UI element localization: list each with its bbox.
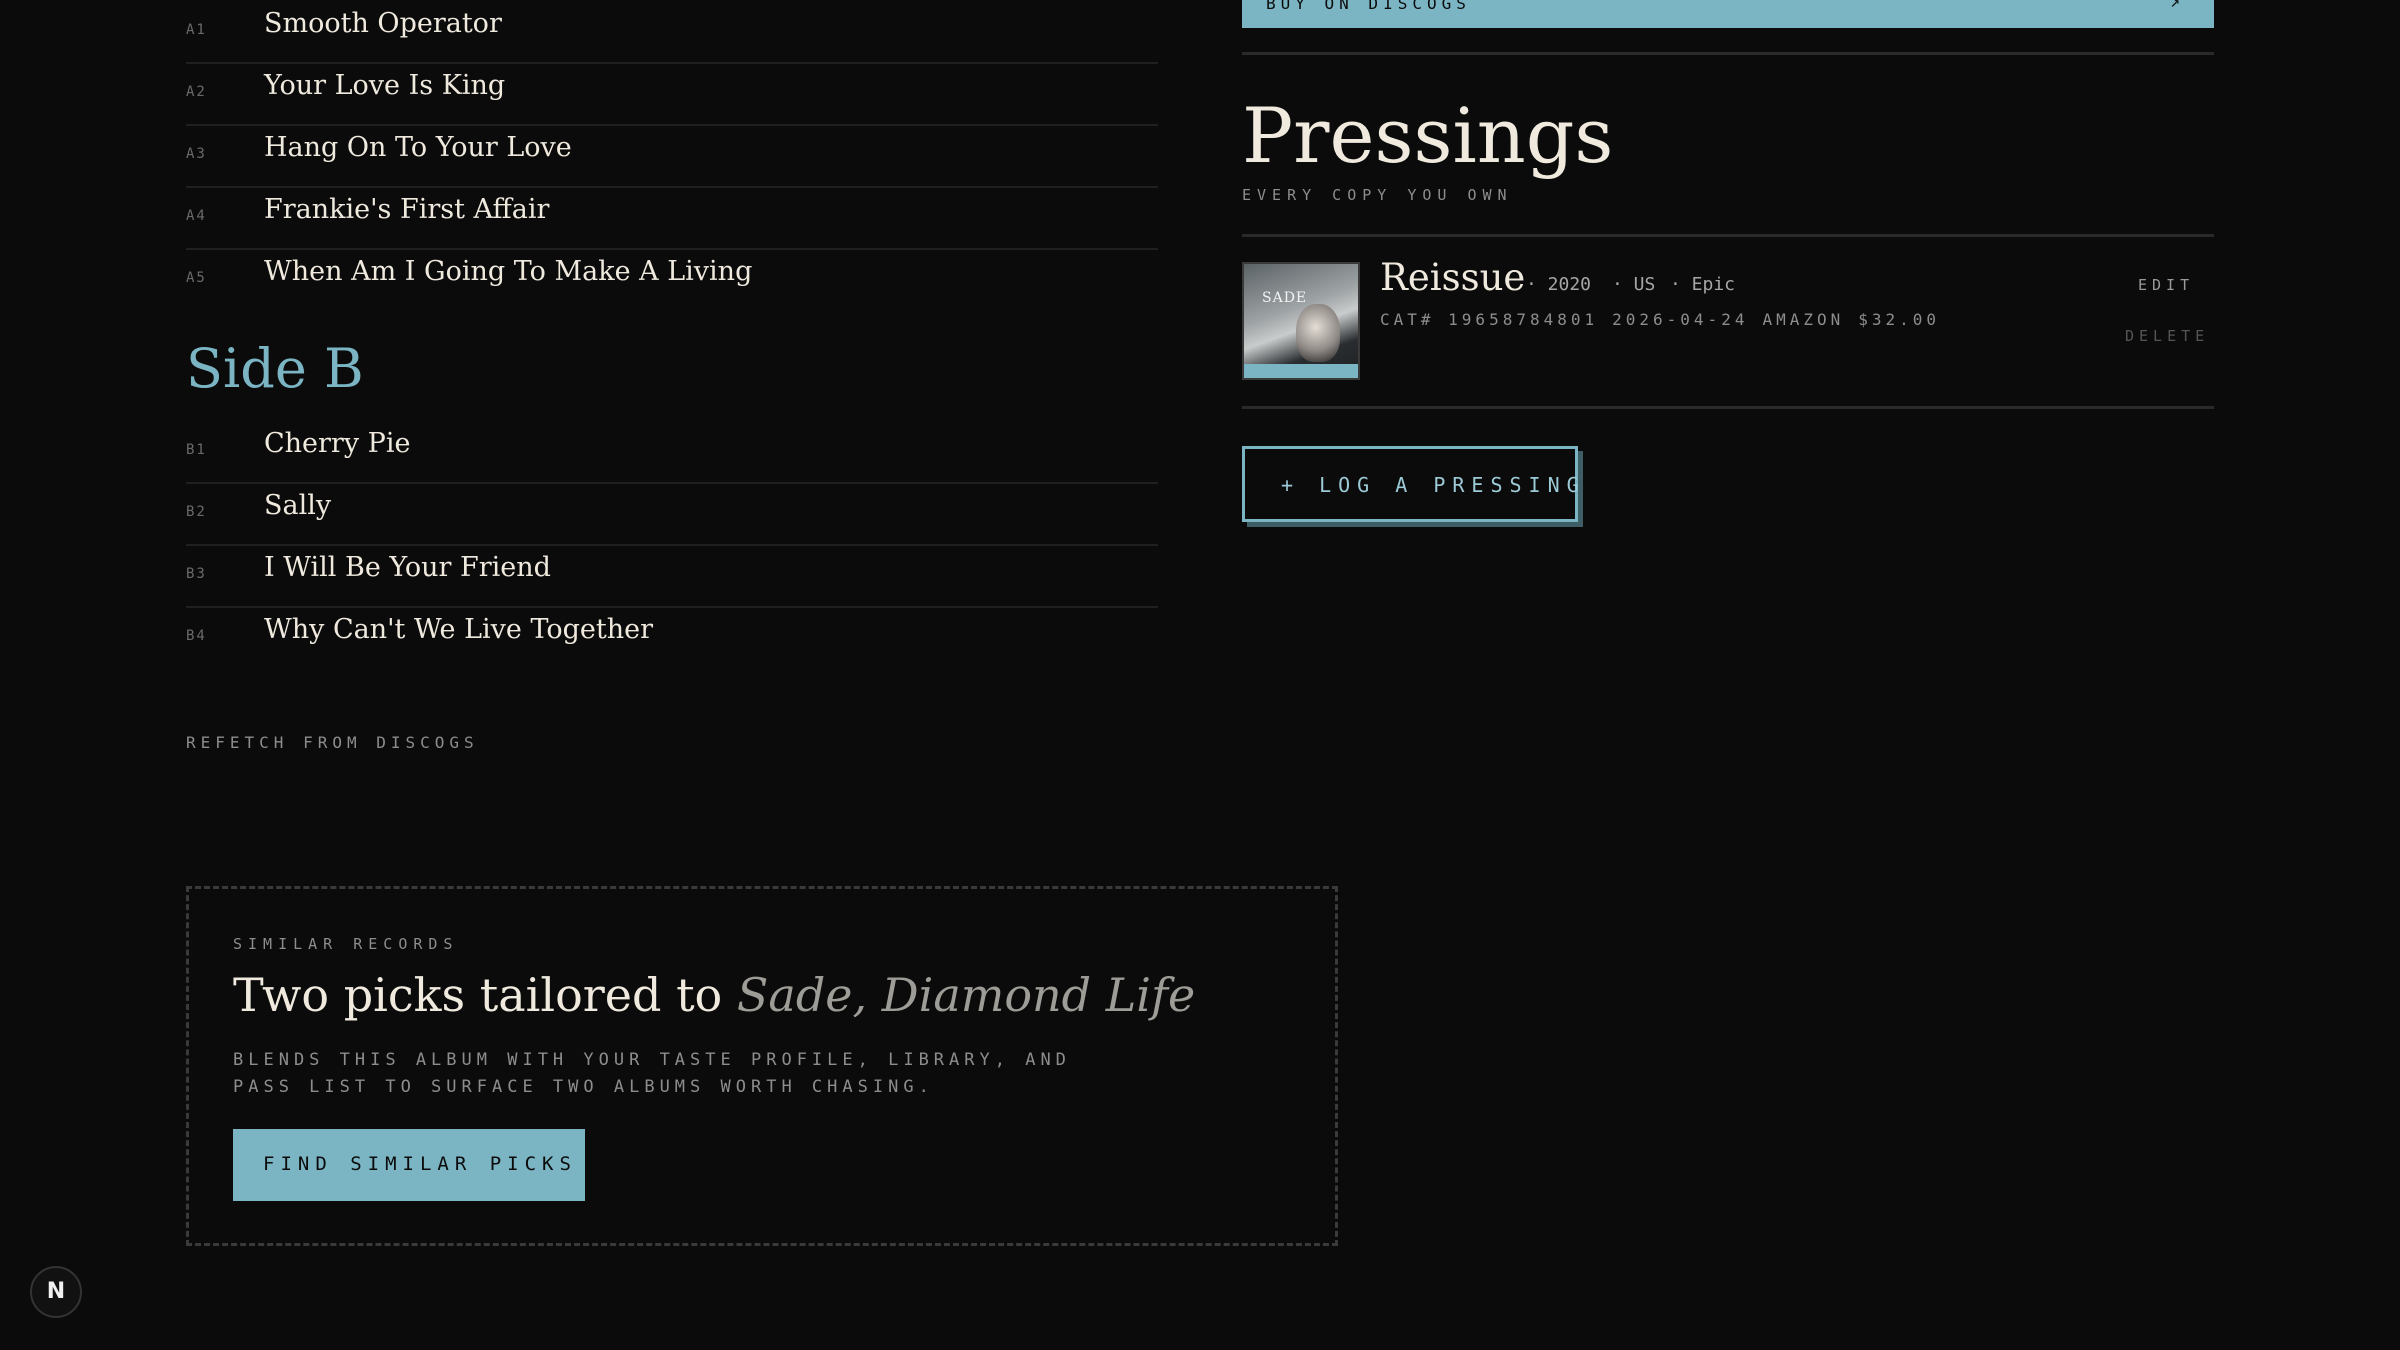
pressing-date: 2026-04-24 (1612, 310, 1749, 329)
external-link-icon: ↗ (2170, 0, 2180, 11)
pressing-name: Reissue (1380, 256, 1526, 299)
log-pressing-button[interactable]: + LOG A PRESSING (1242, 446, 1579, 522)
pressing-catalog: CAT# 19658784801 (1380, 310, 1599, 329)
n-logo-icon: N (46, 1279, 66, 1304)
track-title: Smooth Operator (264, 8, 502, 39)
cover-portrait (1296, 304, 1340, 362)
delete-pressing-button[interactable]: DELETE (2125, 327, 2209, 345)
track-position: A1 (186, 22, 207, 38)
track-position: A2 (186, 84, 207, 100)
track-position: A3 (186, 146, 207, 162)
pressing-details: CAT# 19658784801 2026-04-24 AMAZON $32.00 (1380, 310, 1954, 329)
track-position: A4 (186, 208, 207, 224)
track-row: A2 Your Love Is King (186, 62, 1158, 126)
similar-records-panel: SIMILAR RECORDS Two picks tailored to Sa… (186, 886, 1338, 1246)
buy-on-discogs-label: BUY ON DISCOGS (1266, 0, 1471, 13)
similar-headline-prefix: Two picks tailored to (233, 968, 723, 1022)
find-similar-picks-label: FIND SIMILAR PICKS (263, 1153, 577, 1175)
refetch-discogs-link[interactable]: REFETCH FROM DISCOGS (186, 733, 479, 752)
track-row: B1 Cherry Pie (186, 420, 1158, 484)
similar-description: BLENDS THIS ALBUM WITH YOUR TASTE PROFIL… (233, 1050, 1071, 1097)
divider (1242, 234, 2214, 237)
track-title: I Will Be Your Friend (264, 552, 551, 583)
track-title: Frankie's First Affair (264, 194, 550, 225)
pressing-store: AMAZON (1762, 310, 1845, 329)
pressing-price: $32.00 (1858, 310, 1941, 329)
n-logo-badge[interactable]: N (30, 1266, 82, 1318)
pressing-year: · 2020 (1526, 274, 1592, 295)
edit-pressing-button[interactable]: EDIT (2138, 276, 2194, 294)
buy-on-discogs-button[interactable]: BUY ON DISCOGS ↗ (1242, 0, 2214, 28)
track-title: Sally (264, 490, 332, 521)
track-row: A4 Frankie's First Affair (186, 186, 1158, 250)
cover-text: SADE (1262, 290, 1308, 306)
track-position: A5 (186, 270, 207, 286)
track-position: B1 (186, 442, 207, 458)
track-title: Why Can't We Live Together (264, 614, 654, 645)
cover-band (1244, 364, 1358, 378)
track-row: B3 I Will Be Your Friend (186, 544, 1158, 608)
pressing-label: · Epic (1670, 274, 1736, 295)
divider (1242, 406, 2214, 409)
pressing-country: · US (1612, 274, 1656, 295)
track-row: A5 When Am I Going To Make A Living (186, 248, 1158, 310)
pressings-title: Pressings (1242, 91, 1614, 180)
track-position: B3 (186, 566, 207, 582)
similar-eyebrow: SIMILAR RECORDS (233, 935, 459, 953)
track-title: Hang On To Your Love (264, 132, 572, 163)
album-cover-thumbnail: SADE (1242, 262, 1360, 380)
side-b-heading: Side B (186, 337, 364, 400)
track-row: B2 Sally (186, 482, 1158, 546)
track-title: Cherry Pie (264, 428, 411, 459)
similar-headline-album: Sade, Diamond Life (736, 968, 1196, 1022)
track-title: Your Love Is King (264, 70, 506, 101)
log-pressing-label: + LOG A PRESSING (1281, 473, 1586, 497)
track-position: B2 (186, 504, 207, 520)
pressings-subtitle: EVERY COPY YOU OWN (1242, 186, 1513, 204)
track-row: A3 Hang On To Your Love (186, 124, 1158, 188)
similar-headline: Two picks tailored to Sade, Diamond Life (233, 968, 1195, 1022)
track-row: A1 Smooth Operator (186, 0, 1158, 64)
track-title: When Am I Going To Make A Living (264, 256, 753, 287)
find-similar-picks-button[interactable]: FIND SIMILAR PICKS (233, 1129, 585, 1201)
track-position: B4 (186, 628, 207, 644)
track-row: B4 Why Can't We Live Together (186, 606, 1158, 668)
divider (1242, 52, 2214, 55)
